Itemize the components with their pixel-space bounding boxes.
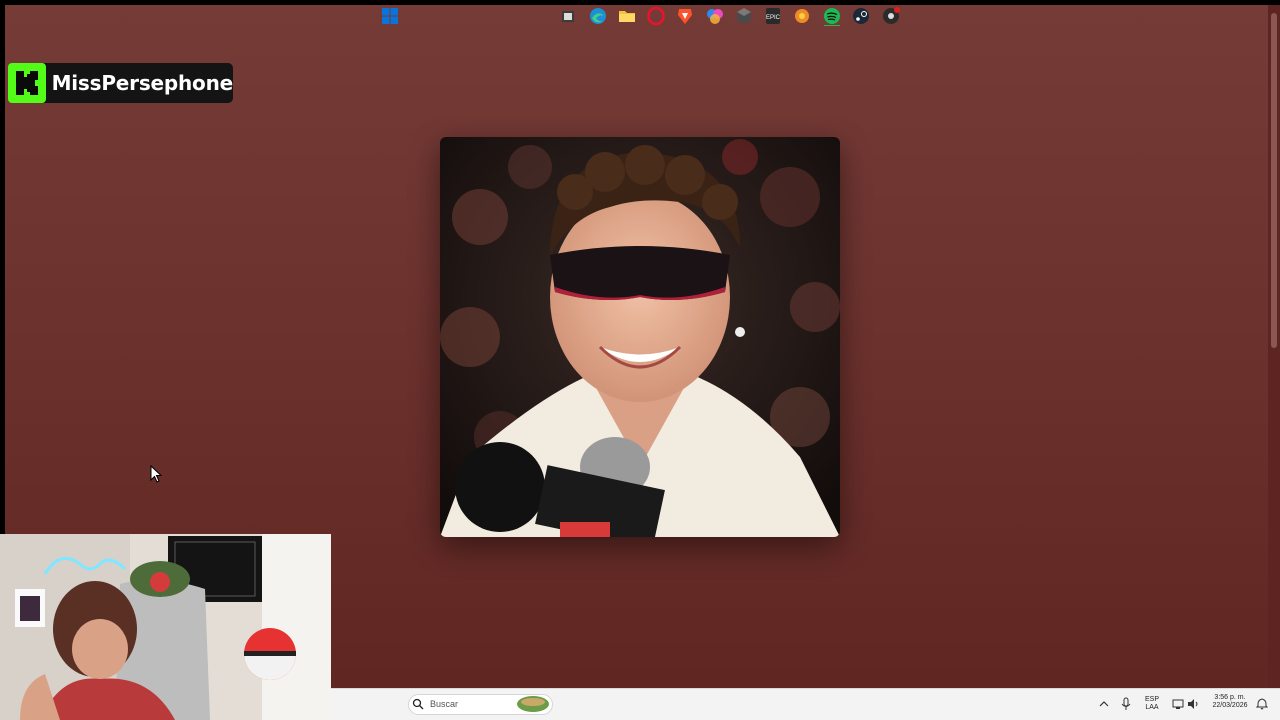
app-icon[interactable]	[734, 6, 754, 26]
file-explorer-icon[interactable]	[617, 6, 637, 26]
album-cover-image	[440, 137, 840, 537]
streamer-name: MissPersephone	[51, 71, 234, 95]
search-highlight-icon	[517, 696, 549, 712]
steam-icon[interactable]	[851, 6, 871, 26]
vertical-scrollbar[interactable]	[1268, 5, 1280, 688]
search-icon	[412, 698, 424, 710]
network-icon[interactable]	[1172, 698, 1184, 710]
search-placeholder: Buscar	[430, 699, 459, 709]
language-layout: LAA	[1145, 704, 1159, 711]
copilot-icon[interactable]	[705, 6, 725, 26]
task-view-icon[interactable]	[558, 6, 578, 26]
scrollbar-thumb[interactable]	[1271, 13, 1277, 348]
edge-icon[interactable]	[588, 6, 608, 26]
notifications-icon[interactable]	[1256, 698, 1268, 710]
svg-text:EPIC: EPIC	[766, 15, 781, 21]
webcam-overlay	[0, 534, 331, 720]
language-indicator[interactable]: ESP LAA	[1140, 696, 1164, 712]
language-code: ESP	[1144, 696, 1159, 703]
opera-icon[interactable]	[646, 6, 666, 26]
epic-games-icon[interactable]: EPIC	[763, 6, 783, 26]
spotify-icon[interactable]	[822, 6, 842, 26]
photos-icon[interactable]	[792, 6, 812, 26]
kick-logo-icon	[8, 63, 46, 103]
streamer-badge: MissPersephone	[8, 63, 233, 103]
obs-icon[interactable]	[881, 6, 901, 26]
clock[interactable]: 3:56 p. m. 22/03/2026	[1206, 694, 1254, 710]
clock-date: 22/03/2026	[1212, 702, 1248, 709]
volume-icon[interactable]	[1187, 698, 1199, 710]
brave-icon[interactable]	[675, 6, 695, 26]
mouse-cursor-icon	[150, 465, 162, 483]
show-hidden-icons-chevron-icon[interactable]	[1099, 700, 1109, 708]
clock-time: 3:56 p. m.	[1214, 694, 1246, 701]
windows-start-icon[interactable]	[380, 6, 400, 26]
microphone-icon[interactable]	[1120, 697, 1132, 711]
